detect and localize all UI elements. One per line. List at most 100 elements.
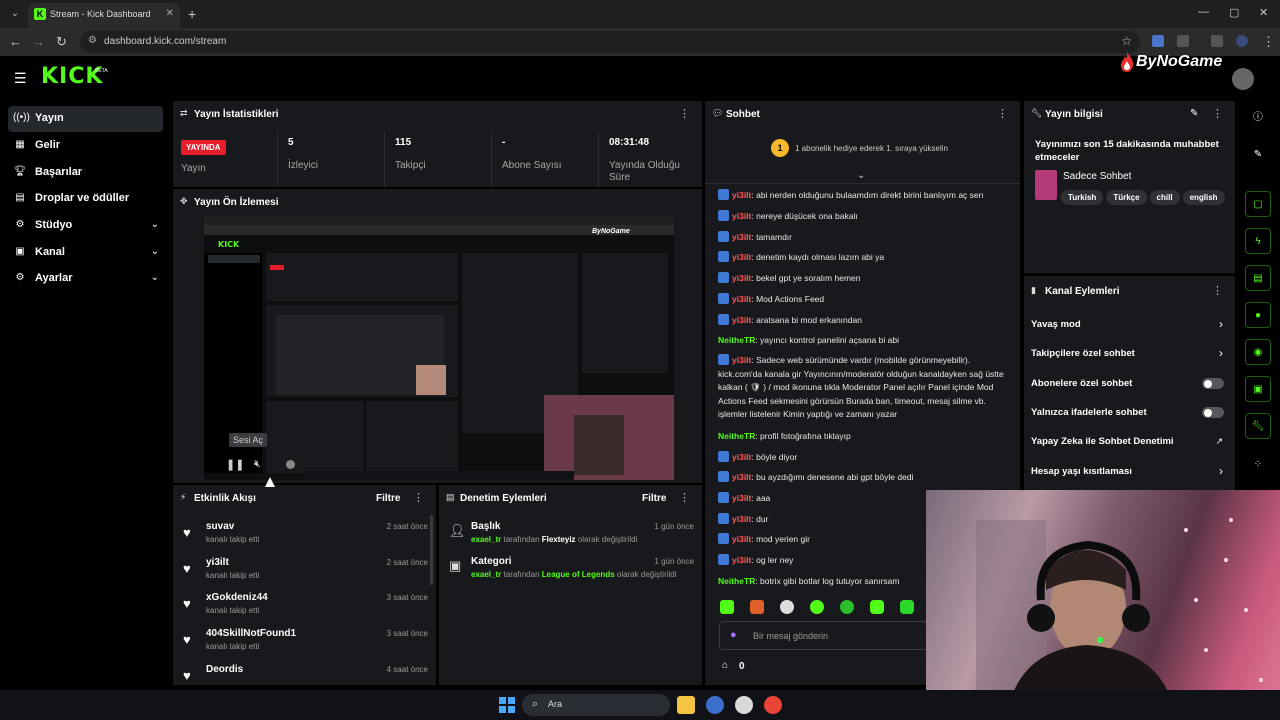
- document-icon[interactable]: ▤: [1245, 265, 1271, 291]
- minimize-icon[interactable]: —: [1198, 6, 1209, 18]
- chat-user[interactable]: yi3ilt: [732, 252, 751, 262]
- focus-icon[interactable]: ▢: [1245, 191, 1271, 217]
- sidebar-item-yayin[interactable]: ((•)) Yayın: [8, 106, 163, 132]
- mod-user[interactable]: exael_tr: [471, 570, 501, 579]
- emote-icon[interactable]: [810, 600, 824, 614]
- emote-icon[interactable]: [750, 600, 764, 614]
- activity-user[interactable]: xGokdeniz44: [206, 592, 268, 603]
- ai-moderation-item[interactable]: Yapay Zeka ile Sohbet Denetimi ↗: [1031, 430, 1229, 454]
- stream-preview-video[interactable]: KICK ByNoGame Sesi Aç ❚❚ 🔇︎: [204, 215, 674, 480]
- chat-user[interactable]: yi3ilt: [732, 232, 751, 242]
- chat-user[interactable]: yi3ilt: [732, 190, 751, 200]
- chat-user[interactable]: yi3ilt: [732, 315, 751, 325]
- chat-user[interactable]: yi3ilt: [732, 534, 751, 544]
- edit-icon[interactable]: ✎: [1190, 108, 1198, 119]
- emote-icon[interactable]: [720, 600, 734, 614]
- slow-mode-item[interactable]: Yavaş mod ›: [1031, 313, 1229, 337]
- chat-user[interactable]: yi3ilt: [732, 294, 751, 304]
- emote-icon[interactable]: [870, 600, 884, 614]
- scrollbar[interactable]: [430, 515, 433, 585]
- media-icon[interactable]: [1211, 35, 1223, 47]
- back-icon[interactable]: ←: [9, 34, 22, 49]
- emotes-only-toggle[interactable]: [1202, 407, 1224, 418]
- pause-icon[interactable]: ❚❚: [226, 458, 244, 471]
- browser-tab[interactable]: K Stream - Kick Dashboard ✕: [28, 3, 180, 28]
- forward-icon[interactable]: →: [32, 34, 45, 49]
- chat-user[interactable]: yi3ilt: [732, 472, 751, 482]
- emote-icon[interactable]: [900, 600, 914, 614]
- pencil-icon[interactable]: ✎: [1245, 142, 1271, 168]
- activity-user[interactable]: 404SkillNotFound1: [206, 628, 296, 639]
- gift-rank-badge[interactable]: 1: [771, 139, 789, 157]
- sidebar-item-droplar[interactable]: ▤ Droplar ve ödüller: [8, 186, 163, 212]
- chat-bubble-icon[interactable]: ●: [1245, 302, 1271, 328]
- activity-user[interactable]: Deordis: [206, 664, 243, 675]
- sidebar-item-gelir[interactable]: ▦ Gelir: [8, 133, 163, 159]
- lightning-icon[interactable]: ϟ: [1245, 228, 1271, 254]
- user-avatar[interactable]: [1232, 68, 1254, 90]
- translate-extension-icon[interactable]: [1152, 35, 1164, 47]
- more-options-icon[interactable]: ⋮: [679, 107, 690, 120]
- followers-only-item[interactable]: Takipçilere özel sohbet ›: [1031, 342, 1229, 366]
- chat-user[interactable]: yi3ilt: [732, 493, 751, 503]
- emote-icon[interactable]: [780, 600, 794, 614]
- activity-user[interactable]: suvav: [206, 521, 234, 532]
- app-icon[interactable]: [706, 696, 724, 714]
- account-age-item[interactable]: Hesap yaşı kısıtlaması ›: [1031, 460, 1229, 484]
- filter-button[interactable]: Filtre: [376, 493, 400, 504]
- extensions-icon[interactable]: [1177, 35, 1189, 47]
- volume-slider[interactable]: [286, 460, 295, 469]
- chat-user[interactable]: yi3ilt: [732, 273, 751, 283]
- more-options-icon[interactable]: ⋮: [1212, 107, 1223, 120]
- tab-search-icon[interactable]: ⌄: [6, 5, 24, 23]
- file-explorer-icon[interactable]: [677, 696, 695, 714]
- chat-user[interactable]: yi3ilt: [732, 555, 751, 565]
- mute-icon[interactable]: 🔇︎: [254, 458, 261, 471]
- profile-icon[interactable]: [1236, 35, 1248, 47]
- more-options-icon[interactable]: ⋮: [679, 491, 690, 504]
- emote-icon[interactable]: [840, 600, 854, 614]
- windows-start-icon[interactable]: [497, 695, 517, 715]
- sidebar-item-kanal[interactable]: ▣ Kanal ⌄: [8, 240, 163, 266]
- more-options-icon[interactable]: ⋮: [1212, 284, 1223, 297]
- sidebar-item-ayarlar[interactable]: ⚙ Ayarlar ⌄: [8, 266, 163, 292]
- bookmark-star-icon[interactable]: ☆: [1121, 34, 1132, 48]
- chat-text: : abi nerden olduğunu bulaamdım direkt b…: [751, 190, 984, 200]
- new-tab-icon[interactable]: +: [188, 6, 196, 22]
- close-window-icon[interactable]: ✕: [1259, 6, 1268, 19]
- chat-user[interactable]: yi3ilt: [732, 355, 751, 365]
- chat-user[interactable]: NeitheTR: [718, 431, 755, 441]
- chat-user[interactable]: yi3ilt: [732, 452, 751, 462]
- wrench-icon[interactable]: 🔧︎: [1245, 413, 1271, 439]
- dots-grid-icon[interactable]: ⁘: [1245, 452, 1271, 478]
- maximize-icon[interactable]: ▢: [1229, 6, 1239, 19]
- chat-user[interactable]: NeitheTR: [718, 335, 755, 345]
- menu-kebab-icon[interactable]: ⋮: [1262, 34, 1275, 50]
- site-info-icon[interactable]: ⚙: [88, 35, 97, 46]
- chat-user[interactable]: yi3ilt: [732, 514, 751, 524]
- info-icon[interactable]: ⓘ: [1245, 105, 1271, 131]
- points-icon[interactable]: ⌂: [722, 660, 728, 671]
- chat-user[interactable]: yi3ilt: [732, 211, 751, 221]
- microphone-icon[interactable]: ●: [730, 629, 737, 641]
- sidebar-item-basarilar[interactable]: 🏆︎ Başarılar: [8, 160, 163, 186]
- close-tab-icon[interactable]: ✕: [166, 8, 174, 19]
- chrome-icon[interactable]: [764, 696, 782, 714]
- mod-panel-icon[interactable]: ▣: [1245, 376, 1271, 402]
- sidebar-item-studyo[interactable]: ⚙ Stüdyo ⌄: [8, 213, 163, 239]
- more-options-icon[interactable]: ⋮: [997, 107, 1008, 120]
- app-icon[interactable]: [735, 696, 753, 714]
- reload-icon[interactable]: ↻: [56, 34, 67, 50]
- taskbar-search[interactable]: ⌕ Ara: [522, 694, 670, 716]
- chat-input[interactable]: ● Bir mesaj gönderin: [719, 621, 929, 650]
- collapse-icon[interactable]: ⌄: [857, 170, 865, 181]
- activity-user[interactable]: yi3ilt: [206, 557, 229, 568]
- filter-button[interactable]: Filtre: [642, 493, 666, 504]
- hamburger-menu-icon[interactable]: ☰: [14, 70, 27, 87]
- url-field[interactable]: ⚙ dashboard.kick.com/stream ☆: [80, 31, 1140, 53]
- more-options-icon[interactable]: ⋮: [413, 491, 424, 504]
- subscribers-only-toggle[interactable]: [1202, 378, 1224, 389]
- mod-user[interactable]: exael_tr: [471, 535, 501, 544]
- chat-user[interactable]: NeitheTR: [718, 576, 755, 586]
- broadcast-icon[interactable]: ◉: [1245, 339, 1271, 365]
